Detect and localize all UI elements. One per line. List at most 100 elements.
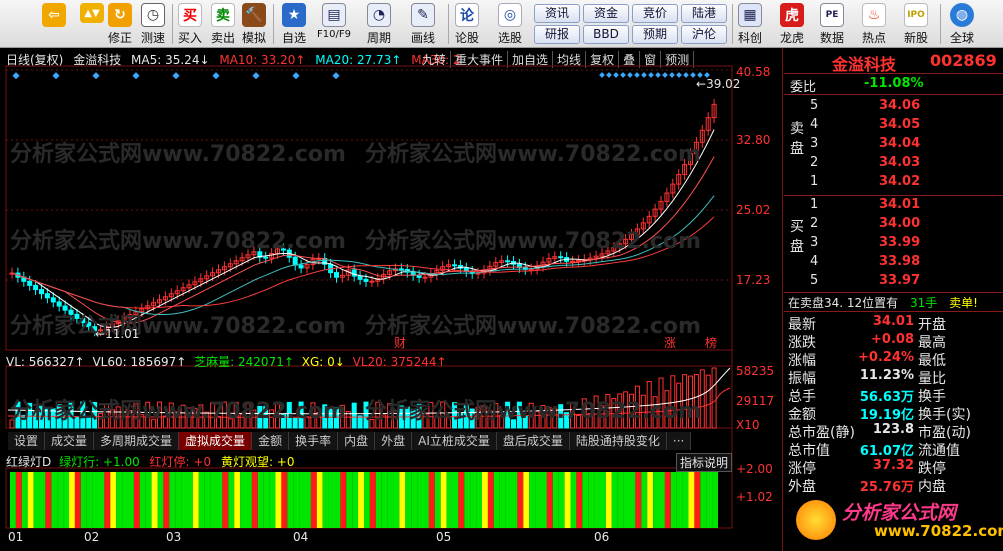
signal-bar <box>470 472 477 528</box>
tab-outer[interactable]: 外盘 <box>375 432 413 450</box>
candle-body <box>363 278 369 282</box>
ipo-button[interactable]: IPO 新股 <box>904 2 928 46</box>
volume-bar <box>599 405 605 429</box>
volume-tick: X10 <box>736 418 760 432</box>
stat-label: 涨停 <box>788 461 816 477</box>
volume-bar <box>310 402 316 429</box>
pill-shanghai-london[interactable]: 沪伦 <box>681 25 727 44</box>
candlestick-chart[interactable] <box>0 48 782 551</box>
pill-news[interactable]: 资讯 <box>534 4 580 23</box>
period-button[interactable]: ◔ 周期 <box>367 2 391 46</box>
ask-price[interactable]: 34.05 <box>879 117 920 132</box>
volume-bar <box>157 401 162 429</box>
tab-turnover[interactable]: 换手率 <box>289 432 339 450</box>
signal-bar <box>423 472 429 528</box>
bid-price[interactable]: 33.99 <box>879 235 920 250</box>
signal-bar <box>364 472 370 528</box>
pill-hk-connect[interactable]: 陆港 <box>681 4 727 23</box>
tab-amount[interactable]: 金额 <box>252 432 290 450</box>
pill-auction[interactable]: 竞价 <box>632 4 678 23</box>
candle-body <box>298 264 304 269</box>
event-earnings[interactable]: 财 <box>394 334 406 351</box>
candle-body <box>80 317 86 324</box>
speed-test-button[interactable]: ◷ 测速 <box>141 2 165 46</box>
bid-price[interactable]: 33.97 <box>879 273 920 288</box>
discuss-button[interactable]: 论 论股 <box>455 2 479 46</box>
signal-bar <box>387 472 394 528</box>
scroll-up-down-button[interactable]: ▲▼ <box>80 2 104 46</box>
ipo-icon: IPO <box>904 3 928 27</box>
order-note-text: 在卖盘34. 12位置有 <box>788 296 899 310</box>
sell-button[interactable]: 卖 卖出 <box>211 2 235 46</box>
toolbar-divider <box>273 4 274 44</box>
candle-body <box>369 280 375 283</box>
tab-virtual-volume[interactable]: 虚拟成交量 <box>179 432 253 450</box>
signal-bar <box>346 472 353 528</box>
toolbar-divider <box>448 4 449 44</box>
bid-price[interactable]: 33.98 <box>879 254 920 269</box>
tab-inner[interactable]: 内盘 <box>338 432 376 450</box>
volume-bar <box>552 408 558 429</box>
dragon-tiger-button[interactable]: 虎 龙虎 <box>780 2 804 46</box>
volume-bar <box>558 404 564 429</box>
event-limit-up[interactable]: 涨 <box>664 334 676 351</box>
bid-price[interactable]: 34.01 <box>879 197 920 212</box>
stat-label-right: 量比 <box>918 371 946 387</box>
f10-icon: ▤ <box>321 3 346 27</box>
ask-price[interactable]: 34.03 <box>879 155 920 170</box>
pill-funds[interactable]: 资金 <box>583 4 629 23</box>
signal-bar <box>576 472 583 528</box>
stat-label-right: 换手(实) <box>918 407 971 423</box>
ask-price[interactable]: 34.04 <box>879 136 920 151</box>
event-ranking[interactable]: 榜 <box>705 334 717 351</box>
tab-settings[interactable]: 设置 <box>8 432 46 450</box>
stock-pick-button[interactable]: ◎ 选股 <box>498 2 522 46</box>
marker-diamond <box>669 72 675 78</box>
hotspot-button[interactable]: ♨ 热点 <box>862 2 886 46</box>
watchlist-button[interactable]: ★ 自选 <box>282 2 306 46</box>
signal-bar <box>222 472 229 528</box>
tab-volume[interactable]: 成交量 <box>45 432 95 450</box>
volume-bar <box>404 406 410 429</box>
tab-more[interactable]: ··· <box>667 432 692 450</box>
buy-button[interactable]: 买 买入 <box>178 2 202 46</box>
volume-bar <box>688 375 693 429</box>
volume-bar <box>50 408 56 429</box>
high-price-label: ←39.02 <box>696 77 741 91</box>
draw-line-button[interactable]: ✎ 画线 <box>411 2 435 46</box>
candle-body <box>351 269 357 277</box>
f10-button[interactable]: ▤ F10/F9 <box>317 2 351 46</box>
indicator-help-button[interactable]: 指标说明 <box>676 453 733 472</box>
signal-bar <box>145 472 152 528</box>
simulate-button[interactable]: 🔨 模拟 <box>242 2 266 46</box>
globe-button[interactable]: ◍ 全球 <box>950 2 974 46</box>
volume-bar <box>664 390 670 429</box>
signal-bar <box>369 472 376 528</box>
ask-level: 3 <box>810 136 819 151</box>
stat-label-right: 开盘 <box>918 317 946 333</box>
volume-bar <box>127 409 133 429</box>
bid-price[interactable]: 34.00 <box>879 216 920 231</box>
revise-button[interactable]: ↻ 修正 <box>108 2 132 46</box>
tab-northbound-holdings[interactable]: 陆股通持股变化 <box>570 432 667 450</box>
data-button[interactable]: PE 数据 <box>820 2 844 46</box>
signal-bar <box>198 472 205 528</box>
tab-ai-volume[interactable]: AI立桩成交量 <box>412 432 497 450</box>
ask-price[interactable]: 34.06 <box>879 98 920 113</box>
pill-bbd[interactable]: BBD <box>583 25 629 44</box>
tab-multi-period-volume[interactable]: 多周期成交量 <box>94 432 180 450</box>
tab-after-hours-volume[interactable]: 盘后成交量 <box>497 432 570 450</box>
pill-research[interactable]: 研报 <box>534 25 580 44</box>
stat-label: 金额 <box>788 407 816 423</box>
volume-bar <box>62 412 68 429</box>
back-button[interactable]: ⇦ <box>42 2 66 46</box>
logo-text: 分析家公式网 <box>842 502 957 524</box>
chart-panel[interactable]: 日线(复权) 金溢科技 MA5: 35.24↓ MA10: 33.20↑ MA2… <box>0 48 783 551</box>
signal-bar <box>482 472 488 528</box>
volume-bar <box>92 402 98 429</box>
ask-price[interactable]: 34.02 <box>879 174 920 189</box>
weibi-value: -11.08% <box>864 76 924 91</box>
signal-bar <box>352 472 359 528</box>
star-market-button[interactable]: ▦ 科创 <box>738 2 762 46</box>
pill-forecast[interactable]: 预期 <box>632 25 678 44</box>
